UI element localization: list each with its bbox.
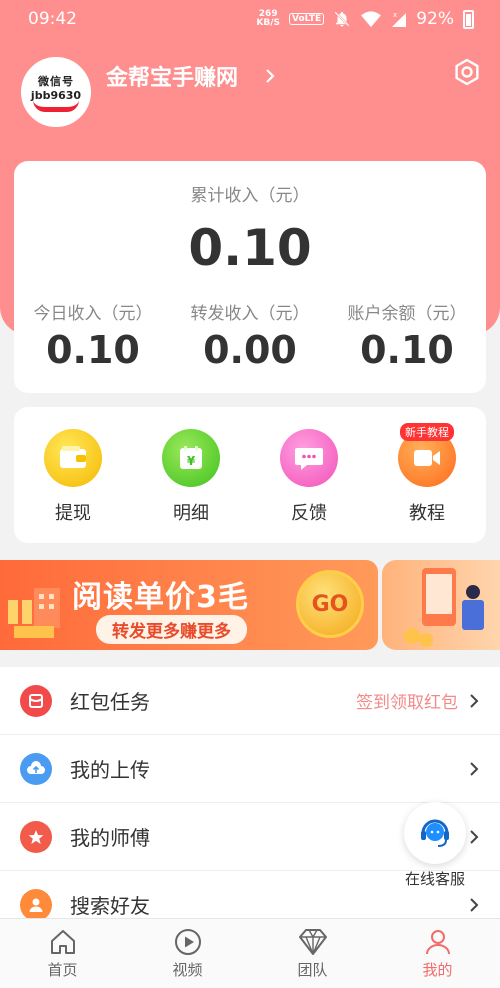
wifi-icon: [361, 11, 382, 28]
battery-icon: [463, 9, 474, 29]
mute-icon: [334, 11, 350, 27]
video-camera-icon: 新手教程: [398, 423, 456, 487]
forward-income-label: 转发收入（元）: [190, 304, 310, 324]
cloud-upload-icon: [20, 752, 52, 785]
promo-banner-carousel[interactable]: 阅读单价3毛 转发更多赚更多 GO: [0, 560, 500, 650]
online-support-label: 在线客服: [404, 870, 465, 888]
star-icon: [20, 820, 52, 853]
forward-income-value: 0.00: [203, 328, 297, 372]
total-income-label: 累计收入（元）: [190, 186, 310, 206]
ledger-icon: ¥: [162, 429, 220, 487]
chevron-right-icon: [266, 69, 275, 83]
today-income-label: 今日收入（元）: [33, 304, 153, 324]
headset-icon: [404, 802, 466, 864]
volte-badge: VoLTE: [289, 13, 325, 25]
wallet-icon: [44, 429, 102, 487]
account-balance-label: 账户余额（元）: [347, 304, 467, 324]
menu-item-label: 红包任务: [70, 690, 150, 714]
nav-home[interactable]: 首页: [0, 919, 125, 988]
promo-banner[interactable]: 阅读单价3毛 转发更多赚更多 GO: [0, 560, 378, 650]
new-tutorial-badge: 新手教程: [400, 423, 454, 441]
avatar[interactable]: 微信号 jbb9630: [21, 57, 91, 127]
menu-item-uploads[interactable]: 我的上传: [0, 735, 500, 803]
banner-subtitle: 转发更多赚更多: [96, 615, 247, 644]
account-balance: 账户余额（元） 0.10: [328, 299, 486, 372]
redpacket-icon: [20, 684, 52, 717]
today-income: 今日收入（元） 0.10: [14, 299, 172, 372]
avatar-line1: 微信号: [38, 74, 74, 88]
hands-logo-icon: [33, 100, 79, 112]
settings-icon[interactable]: [453, 58, 481, 86]
withdraw-button[interactable]: 提现: [14, 429, 132, 525]
network-speed: 269 KB/S: [256, 10, 280, 28]
network-speed-unit: KB/S: [256, 18, 280, 28]
chat-bubble-icon: [280, 429, 338, 487]
detail-label: 明细: [173, 503, 209, 524]
menu-item-label: 我的上传: [70, 758, 150, 782]
nav-team-label: 团队: [297, 961, 328, 979]
nav-home-label: 首页: [47, 961, 78, 979]
account-balance-value: 0.10: [360, 328, 454, 372]
nav-mine-label: 我的: [422, 961, 453, 979]
forward-income: 转发收入（元） 0.00: [171, 299, 329, 372]
chevron-right-icon: [470, 761, 479, 776]
profile-name: 金帮宝手赚网: [106, 66, 239, 91]
svg-text:x: x: [393, 11, 397, 19]
diamond-icon: [298, 929, 327, 955]
nav-video-label: 视频: [172, 961, 203, 979]
nav-video[interactable]: 视频: [125, 919, 250, 988]
person-icon: [20, 888, 52, 919]
status-icons: 269 KB/S VoLTE x 92%: [256, 9, 474, 29]
home-icon: [50, 930, 75, 954]
detail-button[interactable]: ¥ 明细: [132, 429, 250, 525]
today-income-value: 0.10: [46, 328, 140, 372]
status-bar: 09:42 269 KB/S VoLTE x 92%: [0, 0, 500, 38]
next-banner-preview[interactable]: [382, 560, 500, 650]
quick-actions: 提现 ¥ 明细 反馈 新手教程 教程: [14, 407, 486, 543]
menu-item-redpacket[interactable]: 红包任务 签到领取红包: [0, 667, 500, 735]
chevron-right-icon: [470, 693, 479, 708]
banner-title: 阅读单价3毛: [72, 580, 249, 615]
withdraw-label: 提现: [55, 503, 91, 524]
menu-item-label: 搜索好友: [70, 894, 150, 918]
feedback-label: 反馈: [291, 503, 327, 524]
tutorial-label: 教程: [409, 503, 445, 524]
battery-percent: 92%: [416, 9, 454, 29]
bottom-nav: 首页 视频 团队 我的: [0, 918, 500, 988]
income-card: 累计收入（元） 0.10 今日收入（元） 0.10 转发收入（元） 0.00 账…: [14, 161, 486, 393]
profile-name-link[interactable]: 金帮宝手赚网: [106, 60, 276, 92]
person-icon: [425, 930, 450, 955]
shopping-phone-icon: [404, 568, 484, 647]
total-income-value: 0.10: [188, 219, 312, 277]
signal-icon: x: [392, 11, 407, 27]
nav-mine[interactable]: 我的: [375, 919, 500, 988]
go-button[interactable]: GO: [296, 570, 364, 638]
chevron-right-icon: [470, 897, 479, 912]
tutorial-button[interactable]: 新手教程 教程: [368, 423, 486, 525]
play-circle-icon: [174, 929, 201, 955]
feedback-button[interactable]: 反馈: [250, 429, 368, 525]
gift-boxes-icon: [8, 588, 60, 638]
checkin-hint: 签到领取红包: [356, 693, 458, 713]
nav-team[interactable]: 团队: [250, 919, 375, 988]
svg-text:¥: ¥: [187, 454, 196, 468]
online-support-button[interactable]: 在线客服: [400, 802, 470, 889]
status-time: 09:42: [28, 9, 77, 29]
